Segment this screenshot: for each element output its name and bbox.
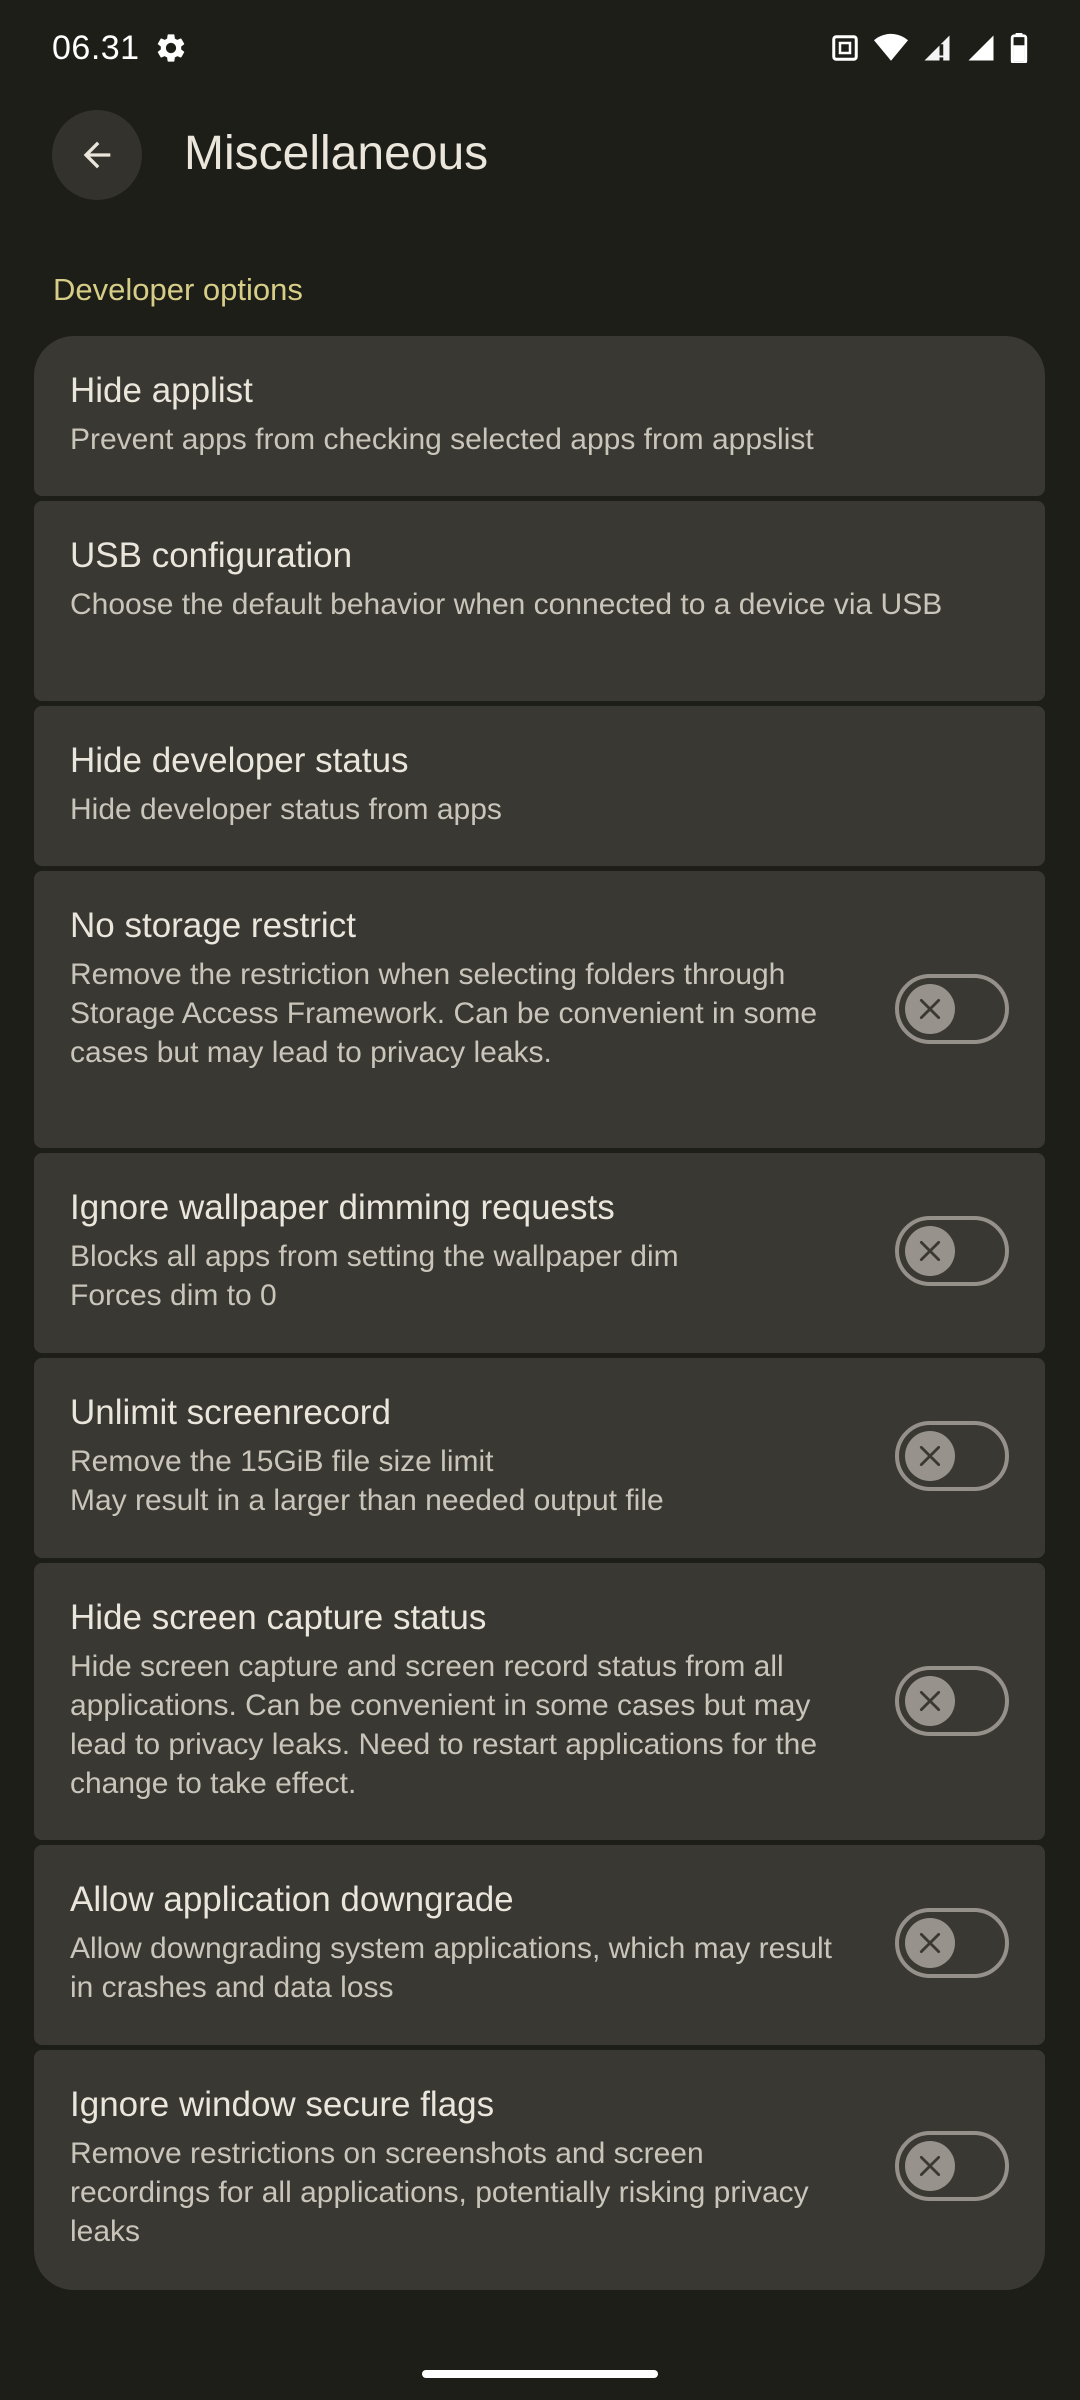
toggle-thumb (905, 984, 955, 1034)
setting-text: Allow application downgrade Allow downgr… (70, 1879, 850, 2007)
setting-title: Hide applist (70, 371, 253, 410)
setting-summary: Hide screen capture and screen record st… (70, 1650, 818, 1800)
toggle-hide-screen-capture-status[interactable] (895, 1666, 1009, 1736)
setting-title: Ignore wallpaper dimming requests (70, 1188, 615, 1227)
arrow-back-icon (83, 141, 111, 169)
status-time: 06.31 (52, 28, 140, 67)
setting-hide-screen-capture-status[interactable]: Hide screen capture status Hide screen c… (34, 1563, 1045, 1840)
setting-summary: Remove the 15GiB file size limit May res… (70, 1445, 664, 1517)
toggle-no-storage-restrict[interactable] (895, 974, 1009, 1044)
section-header-developer-options: Developer options (53, 272, 303, 307)
setting-ignore-window-secure-flags[interactable]: Ignore window secure flags Remove restri… (34, 2050, 1045, 2290)
close-icon (919, 1445, 941, 1467)
setting-text: No storage restrict Remove the restricti… (70, 905, 820, 1072)
setting-text: Ignore wallpaper dimming requests Blocks… (70, 1187, 820, 1315)
setting-summary: Hide developer status from apps (70, 793, 502, 826)
setting-text: Hide developer status Hide developer sta… (70, 740, 970, 829)
setting-summary: Blocks all apps from setting the wallpap… (70, 1240, 679, 1312)
toggle-allow-application-downgrade[interactable] (895, 1908, 1009, 1978)
setting-text: Hide screen capture status Hide screen c… (70, 1597, 850, 1803)
setting-summary: Remove restrictions on screenshots and s… (70, 2137, 809, 2248)
setting-allow-application-downgrade[interactable]: Allow application downgrade Allow downgr… (34, 1845, 1045, 2045)
toggle-thumb (905, 1676, 955, 1726)
toggle-unlimit-screenrecord[interactable] (895, 1421, 1009, 1491)
home-indicator[interactable] (422, 2370, 658, 2378)
setting-title: Allow application downgrade (70, 1880, 514, 1919)
toggle-ignore-wallpaper-dimming[interactable] (895, 1216, 1009, 1286)
back-button[interactable] (52, 110, 142, 200)
screen: 06.31 Miscellaneous Developer options Hi… (0, 0, 1080, 2400)
setting-title: Unlimit screenrecord (70, 1393, 391, 1432)
setting-title: Hide screen capture status (70, 1598, 487, 1637)
setting-title: Ignore window secure flags (70, 2085, 495, 2124)
setting-text: Unlimit screenrecord Remove the 15GiB fi… (70, 1392, 820, 1520)
signal-icon (966, 33, 996, 63)
close-icon (919, 998, 941, 1020)
setting-summary: Prevent apps from checking selected apps… (70, 423, 814, 456)
settings-gear-icon (154, 31, 188, 65)
close-icon (919, 1240, 941, 1262)
wifi-icon (874, 33, 908, 63)
setting-title: No storage restrict (70, 906, 356, 945)
setting-hide-applist[interactable]: Hide applist Prevent apps from checking … (34, 336, 1045, 496)
setting-text: Hide applist Prevent apps from checking … (70, 370, 970, 459)
setting-ignore-wallpaper-dimming[interactable]: Ignore wallpaper dimming requests Blocks… (34, 1153, 1045, 1353)
status-bar: 06.31 (0, 0, 1080, 96)
setting-summary: Remove the restriction when selecting fo… (70, 958, 818, 1069)
signal-icon (922, 33, 952, 63)
settings-list: Hide applist Prevent apps from checking … (34, 336, 1045, 2290)
setting-summary: Allow downgrading system applications, w… (70, 1932, 833, 2004)
setting-title: USB configuration (70, 536, 353, 575)
toggle-ignore-window-secure-flags[interactable] (895, 2131, 1009, 2201)
page-title: Miscellaneous (184, 127, 489, 180)
status-icons (830, 33, 1028, 63)
setting-text: Ignore window secure flags Remove restri… (70, 2084, 850, 2251)
toggle-thumb (905, 1431, 955, 1481)
setting-text: USB configuration Choose the default beh… (70, 535, 1010, 624)
setting-hide-developer-status[interactable]: Hide developer status Hide developer sta… (34, 706, 1045, 866)
setting-usb-configuration[interactable]: USB configuration Choose the default beh… (34, 501, 1045, 701)
toggle-thumb (905, 1918, 955, 1968)
setting-title: Hide developer status (70, 741, 409, 780)
close-icon (919, 1690, 941, 1712)
toggle-thumb (905, 1226, 955, 1276)
setting-unlimit-screenrecord[interactable]: Unlimit screenrecord Remove the 15GiB fi… (34, 1358, 1045, 1558)
battery-icon (1010, 33, 1028, 63)
app-bar: Miscellaneous (0, 110, 1080, 200)
setting-no-storage-restrict[interactable]: No storage restrict Remove the restricti… (34, 871, 1045, 1148)
close-icon (919, 1932, 941, 1954)
setting-summary: Choose the default behavior when connect… (70, 588, 943, 621)
close-icon (919, 2155, 941, 2177)
nfc-icon (830, 33, 860, 63)
toggle-thumb (905, 2141, 955, 2191)
